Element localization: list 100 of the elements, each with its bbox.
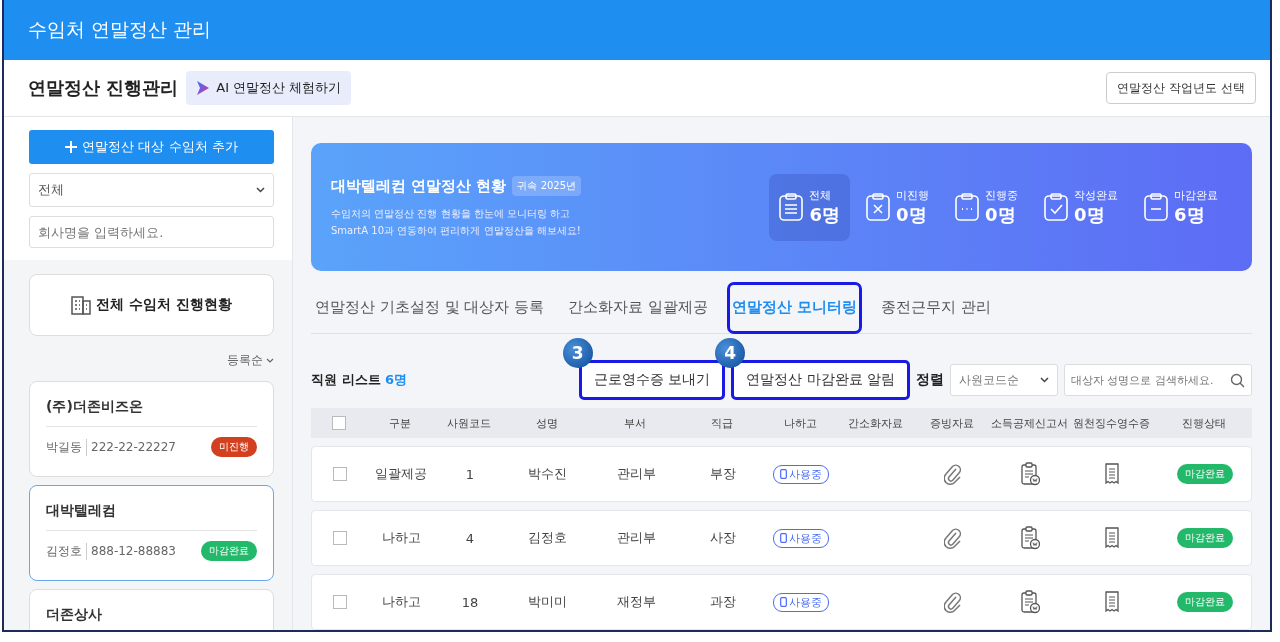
column-header: 증빙자료 <box>928 415 975 431</box>
action-button[interactable]: 연말정산 마감완료 알림 <box>731 360 910 400</box>
minus-clipboard-icon <box>1144 193 1168 221</box>
table-cell-text: 1 <box>464 466 476 482</box>
year-select-button[interactable]: 연말정산 작업년도 선택 <box>1106 72 1256 104</box>
clipboard-coin-icon[interactable] <box>1020 590 1041 614</box>
business-number: 222-22-22227 <box>91 440 176 454</box>
tab[interactable]: 종전근무지 관리 <box>877 283 995 333</box>
plus-icon <box>65 141 78 153</box>
stat-item[interactable]: 진행중 0명 <box>945 173 1028 241</box>
dots-clipboard-icon <box>955 193 979 221</box>
stat-item[interactable]: 전체 6명 <box>769 173 850 241</box>
banner-description: SmartA 10과 연동하여 편리하게 연말정산을 해보세요! <box>331 224 582 238</box>
table-cell-text: 박미미 <box>527 593 568 611</box>
stat-label: 전체 <box>809 187 833 203</box>
manager-name: 박길동 <box>46 438 87 456</box>
phone-icon <box>780 533 787 543</box>
table-cell-text: 부장 <box>708 465 737 483</box>
stat-label: 진행중 <box>985 187 1018 203</box>
action-button[interactable]: 근로영수증 보내기 <box>578 360 726 400</box>
column-header: 사원코드 <box>446 415 492 431</box>
table-cell-text: 나하고 <box>380 593 422 611</box>
callout-number: 3 <box>562 338 593 368</box>
table-cell-text: 사장 <box>708 529 737 547</box>
column-header: 나하고 <box>782 415 818 431</box>
receipt-icon[interactable] <box>1105 527 1119 549</box>
receipt-icon[interactable] <box>1105 463 1119 485</box>
column-header: 구분 <box>388 415 412 431</box>
paperclip-icon[interactable] <box>943 463 962 485</box>
page-title: 연말정산 진행관리 <box>28 76 179 100</box>
client-name: (주)더존비즈온 <box>46 398 257 427</box>
checkbox[interactable] <box>332 467 347 481</box>
checkbox[interactable] <box>331 416 346 430</box>
building-icon <box>71 295 92 315</box>
stat-label: 작성완료 <box>1074 187 1118 203</box>
employee-search-field[interactable]: 대상자 성명으로 검색하세요. <box>1064 364 1252 396</box>
in-use-tag: 사용중 <box>773 592 829 612</box>
company-search-field[interactable]: 회사명을 입력하세요. <box>29 216 274 248</box>
filter-select[interactable]: 전체 <box>29 173 274 207</box>
table-cell-text: 박수진 <box>527 465 568 483</box>
stat-item[interactable]: 미진행 0명 <box>856 173 939 241</box>
phone-icon <box>780 597 787 607</box>
in-use-tag: 사용중 <box>773 464 829 484</box>
column-header: 간소화자료 <box>847 415 904 431</box>
table-cell-text: 김정호 <box>527 529 568 547</box>
clipboard-coin-icon[interactable] <box>1020 526 1041 550</box>
stat-item[interactable]: 마감완료 6명 <box>1134 173 1228 241</box>
year-tag: 귀속 2025년 <box>512 176 582 196</box>
search-icon <box>1230 373 1245 388</box>
clipboard-coin-icon[interactable] <box>1020 462 1041 486</box>
manager-name: 김정호 <box>46 542 87 560</box>
tab[interactable]: 간소화자료 일괄제공 <box>564 283 712 333</box>
status-badge: 마감완료 <box>1176 464 1233 484</box>
stat-label: 미진행 <box>896 187 929 203</box>
client-card[interactable]: (주)더존비즈온 박길동 222-22-22227 미진행 <box>29 381 274 477</box>
client-name: 더존상사 <box>46 606 257 630</box>
sort-dropdown[interactable]: 등록순 <box>227 352 274 369</box>
stat-value: 0명 <box>1074 202 1106 227</box>
column-header: 진행상태 <box>1180 415 1227 431</box>
table-cell-text: 관리부 <box>615 529 657 547</box>
callout-number: 4 <box>715 338 746 368</box>
x-clipboard-icon <box>866 193 890 221</box>
stat-value: 0명 <box>985 202 1017 227</box>
receipt-icon[interactable] <box>1105 591 1119 613</box>
app-title: 수임처 연말정산 관리 <box>28 17 212 42</box>
play-logo-icon <box>196 80 211 96</box>
list-clipboard-icon <box>779 193 804 221</box>
stat-value: 6명 <box>1174 202 1206 227</box>
overview-button[interactable]: 전체 수임처 진행현황 <box>29 274 274 336</box>
paperclip-icon[interactable] <box>943 527 962 549</box>
client-card[interactable]: 대박텔레컴 김정호 888-12-88883 마감완료 <box>29 485 274 581</box>
table-cell-text: 관리부 <box>615 465 657 483</box>
status-badge: 미진행 <box>211 437 257 457</box>
list-title: 직원 리스트 6명 <box>311 371 408 389</box>
checkbox[interactable] <box>332 595 347 609</box>
stat-item[interactable]: 작성완료 0명 <box>1034 173 1128 241</box>
table-cell-text: 4 <box>464 530 476 546</box>
stat-label: 마감완료 <box>1174 187 1218 203</box>
column-header: 원천징수영수증 <box>1071 415 1151 431</box>
stat-value: 6명 <box>809 202 840 227</box>
client-name: 대박텔레컴 <box>46 502 257 531</box>
status-badge: 마감완료 <box>201 541 257 561</box>
banner-description: 수임처의 연말정산 진행 현황을 한눈에 모니터링 하고 <box>331 207 572 221</box>
tab[interactable]: 연말정산 기초설정 및 대상자 등록 <box>311 283 549 333</box>
phone-icon <box>780 469 787 479</box>
checkbox[interactable] <box>332 531 347 545</box>
paperclip-icon[interactable] <box>943 591 962 613</box>
banner-title: 대박텔레컴 연말정산 현황 <box>331 176 507 196</box>
table-cell-text: 재정부 <box>615 593 657 611</box>
table-cell-text: 18 <box>460 594 480 610</box>
table-cell-text: 과장 <box>708 593 737 611</box>
check-clipboard-icon <box>1044 193 1068 221</box>
sort-select[interactable]: 사원코드순 <box>950 364 1058 396</box>
client-card[interactable]: 더존상사 <box>29 589 274 630</box>
ai-trial-button[interactable]: AI 연말정산 체험하기 <box>186 71 352 105</box>
chevron-down-icon <box>256 187 265 193</box>
stat-value: 0명 <box>896 202 928 227</box>
column-header: 성명 <box>534 415 559 431</box>
status-badge: 마감완료 <box>1176 592 1233 612</box>
business-number: 888-12-88883 <box>91 544 176 558</box>
